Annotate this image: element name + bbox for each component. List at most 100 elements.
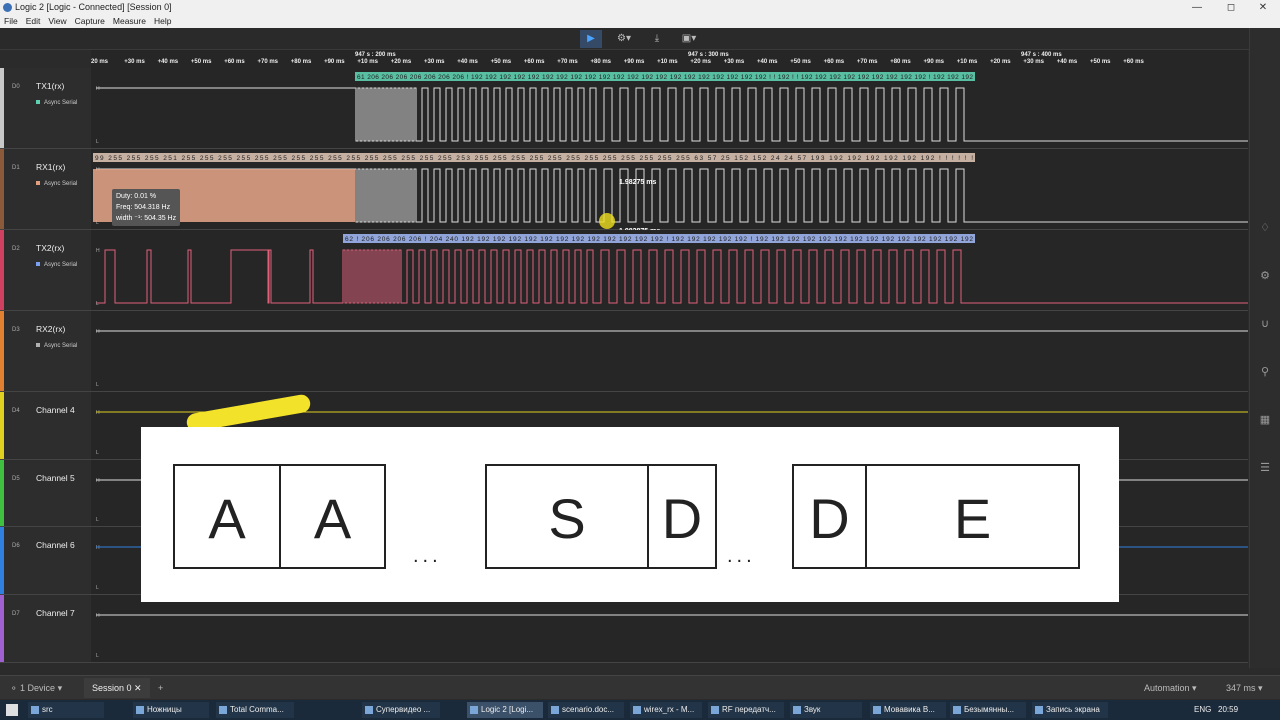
- channel-plot[interactable]: H L 62 ! 206 206 206 206 ! 204 240 192 192…: [91, 230, 1248, 310]
- channel-color-bar: [0, 149, 4, 229]
- app-icon: [711, 706, 719, 714]
- channel-label-panel[interactable]: D6 Channel 6: [0, 527, 91, 594]
- close-button[interactable]: ✕: [1246, 0, 1280, 15]
- menu-view[interactable]: View: [44, 15, 70, 28]
- window-title: Logic 2 [Logic - Connected] [Session 0]: [15, 2, 172, 12]
- ruler-tick-label: +80 ms: [290, 59, 312, 65]
- channel-plot[interactable]: HL: [91, 311, 1248, 391]
- level-marker: L: [96, 653, 99, 659]
- duty-value: Duty: 0.01 %: [116, 193, 157, 200]
- ruler-tick-label: +10 ms: [357, 59, 378, 65]
- session-tab[interactable]: Session 0 ✕: [84, 678, 150, 698]
- level-marker: H: [96, 410, 100, 416]
- clock[interactable]: 20:59: [1218, 700, 1238, 720]
- taskbar-app[interactable]: scenario.doc...: [548, 702, 624, 718]
- analyzers-icon[interactable]: ♢: [1257, 220, 1273, 236]
- device-selector[interactable]: ⚬ 1 Device ▾: [10, 676, 62, 700]
- channel-label-panel[interactable]: D4 Channel 4: [0, 392, 91, 459]
- ruler-tick-label: +30 ms: [124, 59, 145, 65]
- timing-markers-icon[interactable]: ∪: [1257, 316, 1273, 332]
- menu-file[interactable]: File: [0, 15, 22, 28]
- ruler-major-label: 947 s : 400 ms: [1021, 52, 1062, 58]
- analyzer-name: Async Serial: [44, 181, 78, 187]
- taskbar-app[interactable]: wirex_rx - M...: [630, 702, 702, 718]
- ruler-tick-label: +40 ms: [457, 59, 478, 65]
- level-marker: L: [96, 382, 99, 388]
- taskbar-app[interactable]: RF передатч...: [708, 702, 784, 718]
- channel-index: D4: [12, 408, 20, 414]
- menu-capture[interactable]: Capture: [71, 15, 109, 28]
- channel-label-panel[interactable]: D7 Channel 7: [0, 595, 91, 662]
- level-marker: H: [96, 329, 100, 335]
- analyzer-color-swatch: [36, 100, 40, 104]
- menu-help[interactable]: Help: [150, 15, 175, 28]
- taskbar-app[interactable]: src: [28, 702, 104, 718]
- trigger-settings-icon[interactable]: ⚙▾: [612, 30, 636, 48]
- channel-name[interactable]: Channel 4: [36, 405, 75, 415]
- time-ruler: 947 s : 200 ms 947 s : 300 ms 947 s : 40…: [91, 50, 1248, 68]
- add-session-button[interactable]: +: [158, 676, 163, 700]
- ruler-major-label: 947 s : 300 ms: [688, 52, 729, 58]
- ruler-tick-label: +20 ms: [990, 59, 1011, 65]
- waveform: HL99 255 255 255 251 255 255 255 255 255…: [93, 153, 1248, 226]
- extensions-icon[interactable]: ▦: [1257, 412, 1273, 428]
- zoom-value: 347 ms: [1226, 683, 1256, 693]
- menu-edit[interactable]: Edit: [22, 15, 45, 28]
- taskbar-app-label: wirex_rx - M...: [644, 705, 695, 714]
- annotations-icon[interactable]: ⚲: [1257, 364, 1273, 380]
- channel-color-bar: [0, 460, 4, 526]
- sample-rate-icon[interactable]: ▣▾: [676, 30, 702, 48]
- taskbar-app-label: Total Comma...: [230, 705, 284, 714]
- channel-name[interactable]: Channel 5: [36, 473, 75, 483]
- channel-label-panel[interactable]: D0 TX1(rx) Async Serial: [0, 68, 91, 148]
- ruler-tick-label: +70 ms: [856, 59, 878, 65]
- channel-name[interactable]: Channel 6: [36, 540, 75, 550]
- channel-label-panel[interactable]: D2 TX2(rx) Async Serial: [0, 230, 91, 310]
- taskbar-app[interactable]: Logic 2 [Logi...: [467, 702, 543, 718]
- taskbar-app[interactable]: Звук: [790, 702, 862, 718]
- measurements-icon[interactable]: ⚙: [1257, 268, 1273, 284]
- maximize-button[interactable]: ◻: [1214, 0, 1248, 15]
- channel-name[interactable]: RX2(rx): [36, 324, 65, 334]
- channel-label-panel[interactable]: D5 Channel 5: [0, 460, 91, 526]
- taskbar-app[interactable]: Безымянны...: [950, 702, 1026, 718]
- taskbar-app-label: Запись экрана: [1046, 705, 1100, 714]
- level-marker: H: [96, 478, 100, 484]
- channel-index: D5: [12, 476, 20, 482]
- download-icon[interactable]: ⤓: [648, 30, 666, 48]
- taskbar-app[interactable]: Total Comma...: [216, 702, 294, 718]
- level-marker: H: [96, 545, 100, 551]
- channel-plot[interactable]: HL: [91, 595, 1248, 662]
- signal-trace: [96, 87, 1248, 142]
- taskbar-app[interactable]: Мовавика В...: [870, 702, 946, 718]
- taskbar-app[interactable]: Запись экрана: [1032, 702, 1108, 718]
- protocol-decode-text: 61 206 206 206 206 206 206 206 ! 192 192…: [357, 74, 973, 81]
- channel-plot[interactable]: H L 61 206 206 206 206 206 206 206 ! 192 1…: [91, 68, 1248, 148]
- analyzer-name: Async Serial: [44, 100, 78, 106]
- taskbar-app-label: Ножницы: [147, 705, 182, 714]
- analyzer-name: Async Serial: [44, 343, 78, 349]
- level-marker: H: [96, 248, 100, 254]
- channel-name[interactable]: RX1(rx): [36, 162, 65, 172]
- windows-start-icon[interactable]: [6, 704, 18, 716]
- channel-color-bar: [0, 311, 4, 391]
- channel-name[interactable]: TX1(rx): [36, 81, 64, 91]
- taskbar-app[interactable]: Ножницы: [133, 702, 209, 718]
- app-icon: [873, 706, 881, 714]
- settings-icon[interactable]: ☰: [1257, 460, 1273, 476]
- frame-box-a2: A: [279, 464, 386, 569]
- channel-plot[interactable]: HL99 255 255 255 251 255 255 255 255 255…: [91, 149, 1248, 235]
- channel-name[interactable]: Channel 7: [36, 608, 75, 618]
- start-capture-button[interactable]: ▶: [580, 30, 602, 48]
- minimize-button[interactable]: —: [1180, 0, 1214, 15]
- channel-label-panel[interactable]: D3 RX2(rx) Async Serial: [0, 311, 91, 391]
- menu-measure[interactable]: Measure: [109, 15, 150, 28]
- automation-menu[interactable]: Automation ▾: [1144, 676, 1197, 700]
- language-indicator[interactable]: ENG: [1194, 700, 1211, 720]
- analyzer-color-swatch: [36, 343, 40, 347]
- channel-name[interactable]: TX2(rx): [36, 243, 64, 253]
- taskbar-app[interactable]: Супервидео ...: [362, 702, 440, 718]
- zoom-level[interactable]: 347 ms ▾: [1226, 676, 1263, 700]
- taskbar-app-label: Безымянны...: [964, 705, 1015, 714]
- channel-label-panel[interactable]: D1 RX1(rx) Async Serial: [0, 149, 91, 229]
